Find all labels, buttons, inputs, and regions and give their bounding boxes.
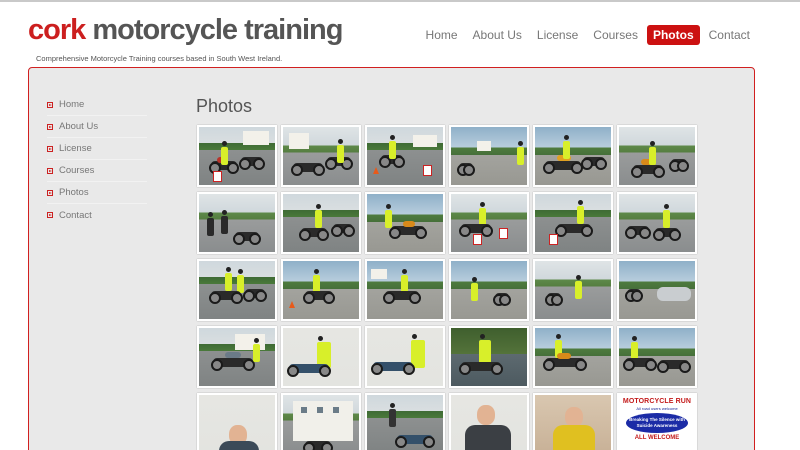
photo-image	[283, 328, 359, 386]
photo-image	[367, 261, 443, 319]
photo-thumbnail[interactable]	[533, 326, 613, 388]
photo-thumbnail[interactable]	[533, 393, 613, 450]
sidebar-item-license[interactable]: License	[47, 138, 147, 160]
photo-thumbnail[interactable]	[365, 192, 445, 254]
photo-image	[199, 194, 275, 252]
arrow-bullet-icon	[47, 123, 53, 130]
logo-word-rest: motorcycle training	[85, 14, 343, 46]
photo-gallery: MOTORCYCLE RUN All road users welcome Br…	[197, 125, 697, 450]
page-title: Photos	[196, 96, 253, 116]
nav-home[interactable]: Home	[420, 25, 464, 45]
photo-thumbnail[interactable]	[281, 125, 361, 187]
photo-image	[451, 328, 527, 386]
sidebar-item-label: Photos	[59, 187, 89, 198]
photo-image	[535, 261, 611, 319]
photo-image	[283, 395, 359, 450]
photo-image	[535, 395, 611, 450]
photo-image	[619, 194, 695, 252]
photo-thumbnail[interactable]	[449, 326, 529, 388]
photo-thumbnail[interactable]	[197, 326, 277, 388]
photo-thumbnail[interactable]	[281, 393, 361, 450]
arrow-bullet-icon	[47, 189, 53, 196]
photo-thumbnail[interactable]	[449, 393, 529, 450]
photo-thumbnail[interactable]	[617, 125, 697, 187]
nav-license[interactable]: License	[531, 25, 584, 45]
nav-contact[interactable]: Contact	[703, 25, 756, 45]
nav-about-us[interactable]: About Us	[467, 25, 528, 45]
photo-image	[367, 194, 443, 252]
photo-image	[367, 328, 443, 386]
photo-image	[451, 261, 527, 319]
photo-thumbnail[interactable]	[449, 192, 529, 254]
photo-image	[619, 328, 695, 386]
photo-thumbnail[interactable]	[617, 259, 697, 321]
photo-image	[451, 395, 527, 450]
photo-thumbnail[interactable]	[533, 259, 613, 321]
sidebar-item-label: Courses	[59, 165, 95, 176]
photo-thumbnail[interactable]	[281, 192, 361, 254]
sidebar-item-label: About Us	[59, 121, 99, 132]
nav-courses[interactable]: Courses	[587, 25, 644, 45]
photo-thumbnail[interactable]	[365, 393, 445, 450]
site-logo[interactable]: cork motorcycle training	[28, 14, 343, 47]
top-border	[0, 0, 800, 2]
photo-thumbnail[interactable]	[449, 259, 529, 321]
sidebar-item-courses[interactable]: Courses	[47, 160, 147, 182]
photo-thumbnail[interactable]	[281, 259, 361, 321]
photo-thumbnail[interactable]: MOTORCYCLE RUN All road users welcome Br…	[617, 393, 697, 450]
poster-footer: ALL WELCOME	[634, 435, 680, 441]
sidebar-menu: Home About Us License Courses Photos Con…	[47, 94, 147, 226]
photo-image	[283, 261, 359, 319]
photo-image	[535, 328, 611, 386]
photo-image	[199, 328, 275, 386]
arrow-bullet-icon	[47, 101, 53, 108]
poster-subtitle: All road users welcome	[636, 406, 678, 411]
sidebar-item-about-us[interactable]: About Us	[47, 116, 147, 138]
photo-image	[199, 261, 275, 319]
logo-word-cork: cork	[28, 14, 86, 46]
main-nav: Home About Us License Courses Photos Con…	[420, 25, 756, 45]
photo-image	[367, 395, 443, 450]
sidebar-item-label: Home	[59, 99, 85, 110]
photo-thumbnail[interactable]	[365, 326, 445, 388]
sidebar-item-home[interactable]: Home	[47, 94, 147, 116]
poster-banner: Breaking The Silence with Suicide Awaren…	[626, 413, 688, 433]
photo-image	[451, 127, 527, 185]
photo-thumbnail[interactable]	[365, 259, 445, 321]
photo-image	[619, 127, 695, 185]
photo-image	[283, 127, 359, 185]
photo-thumbnail[interactable]	[197, 192, 277, 254]
photo-image	[451, 194, 527, 252]
photo-thumbnail[interactable]	[197, 259, 277, 321]
photo-thumbnail[interactable]	[365, 125, 445, 187]
arrow-bullet-icon	[47, 212, 53, 218]
sidebar-item-contact[interactable]: Contact	[47, 204, 147, 226]
photo-thumbnail[interactable]	[617, 326, 697, 388]
sidebar-item-label: Contact	[59, 209, 92, 221]
photo-thumbnail[interactable]	[197, 125, 277, 187]
photo-thumbnail[interactable]	[281, 326, 361, 388]
photo-image	[619, 261, 695, 319]
photo-thumbnail[interactable]	[197, 393, 277, 450]
photo-image	[199, 127, 275, 185]
arrow-bullet-icon	[47, 145, 53, 152]
photo-thumbnail[interactable]	[533, 192, 613, 254]
poster-title: MOTORCYCLE RUN	[622, 398, 692, 405]
photo-thumbnail[interactable]	[617, 192, 697, 254]
nav-photos[interactable]: Photos	[646, 25, 700, 45]
photo-image	[535, 194, 611, 252]
photo-image	[535, 127, 611, 185]
arrow-bullet-icon	[47, 167, 53, 174]
photo-image	[199, 395, 275, 450]
photo-thumbnail[interactable]	[533, 125, 613, 187]
photo-image	[283, 194, 359, 252]
content-panel: Home About Us License Courses Photos Con…	[28, 67, 755, 450]
sidebar-item-photos[interactable]: Photos	[47, 182, 147, 204]
photo-thumbnail[interactable]	[449, 125, 529, 187]
sidebar-item-label: License	[59, 143, 92, 154]
motorcycle-run-poster: MOTORCYCLE RUN All road users welcome Br…	[619, 395, 695, 450]
photo-image	[367, 127, 443, 185]
site-tagline: Comprehensive Motorcycle Training course…	[36, 54, 283, 63]
